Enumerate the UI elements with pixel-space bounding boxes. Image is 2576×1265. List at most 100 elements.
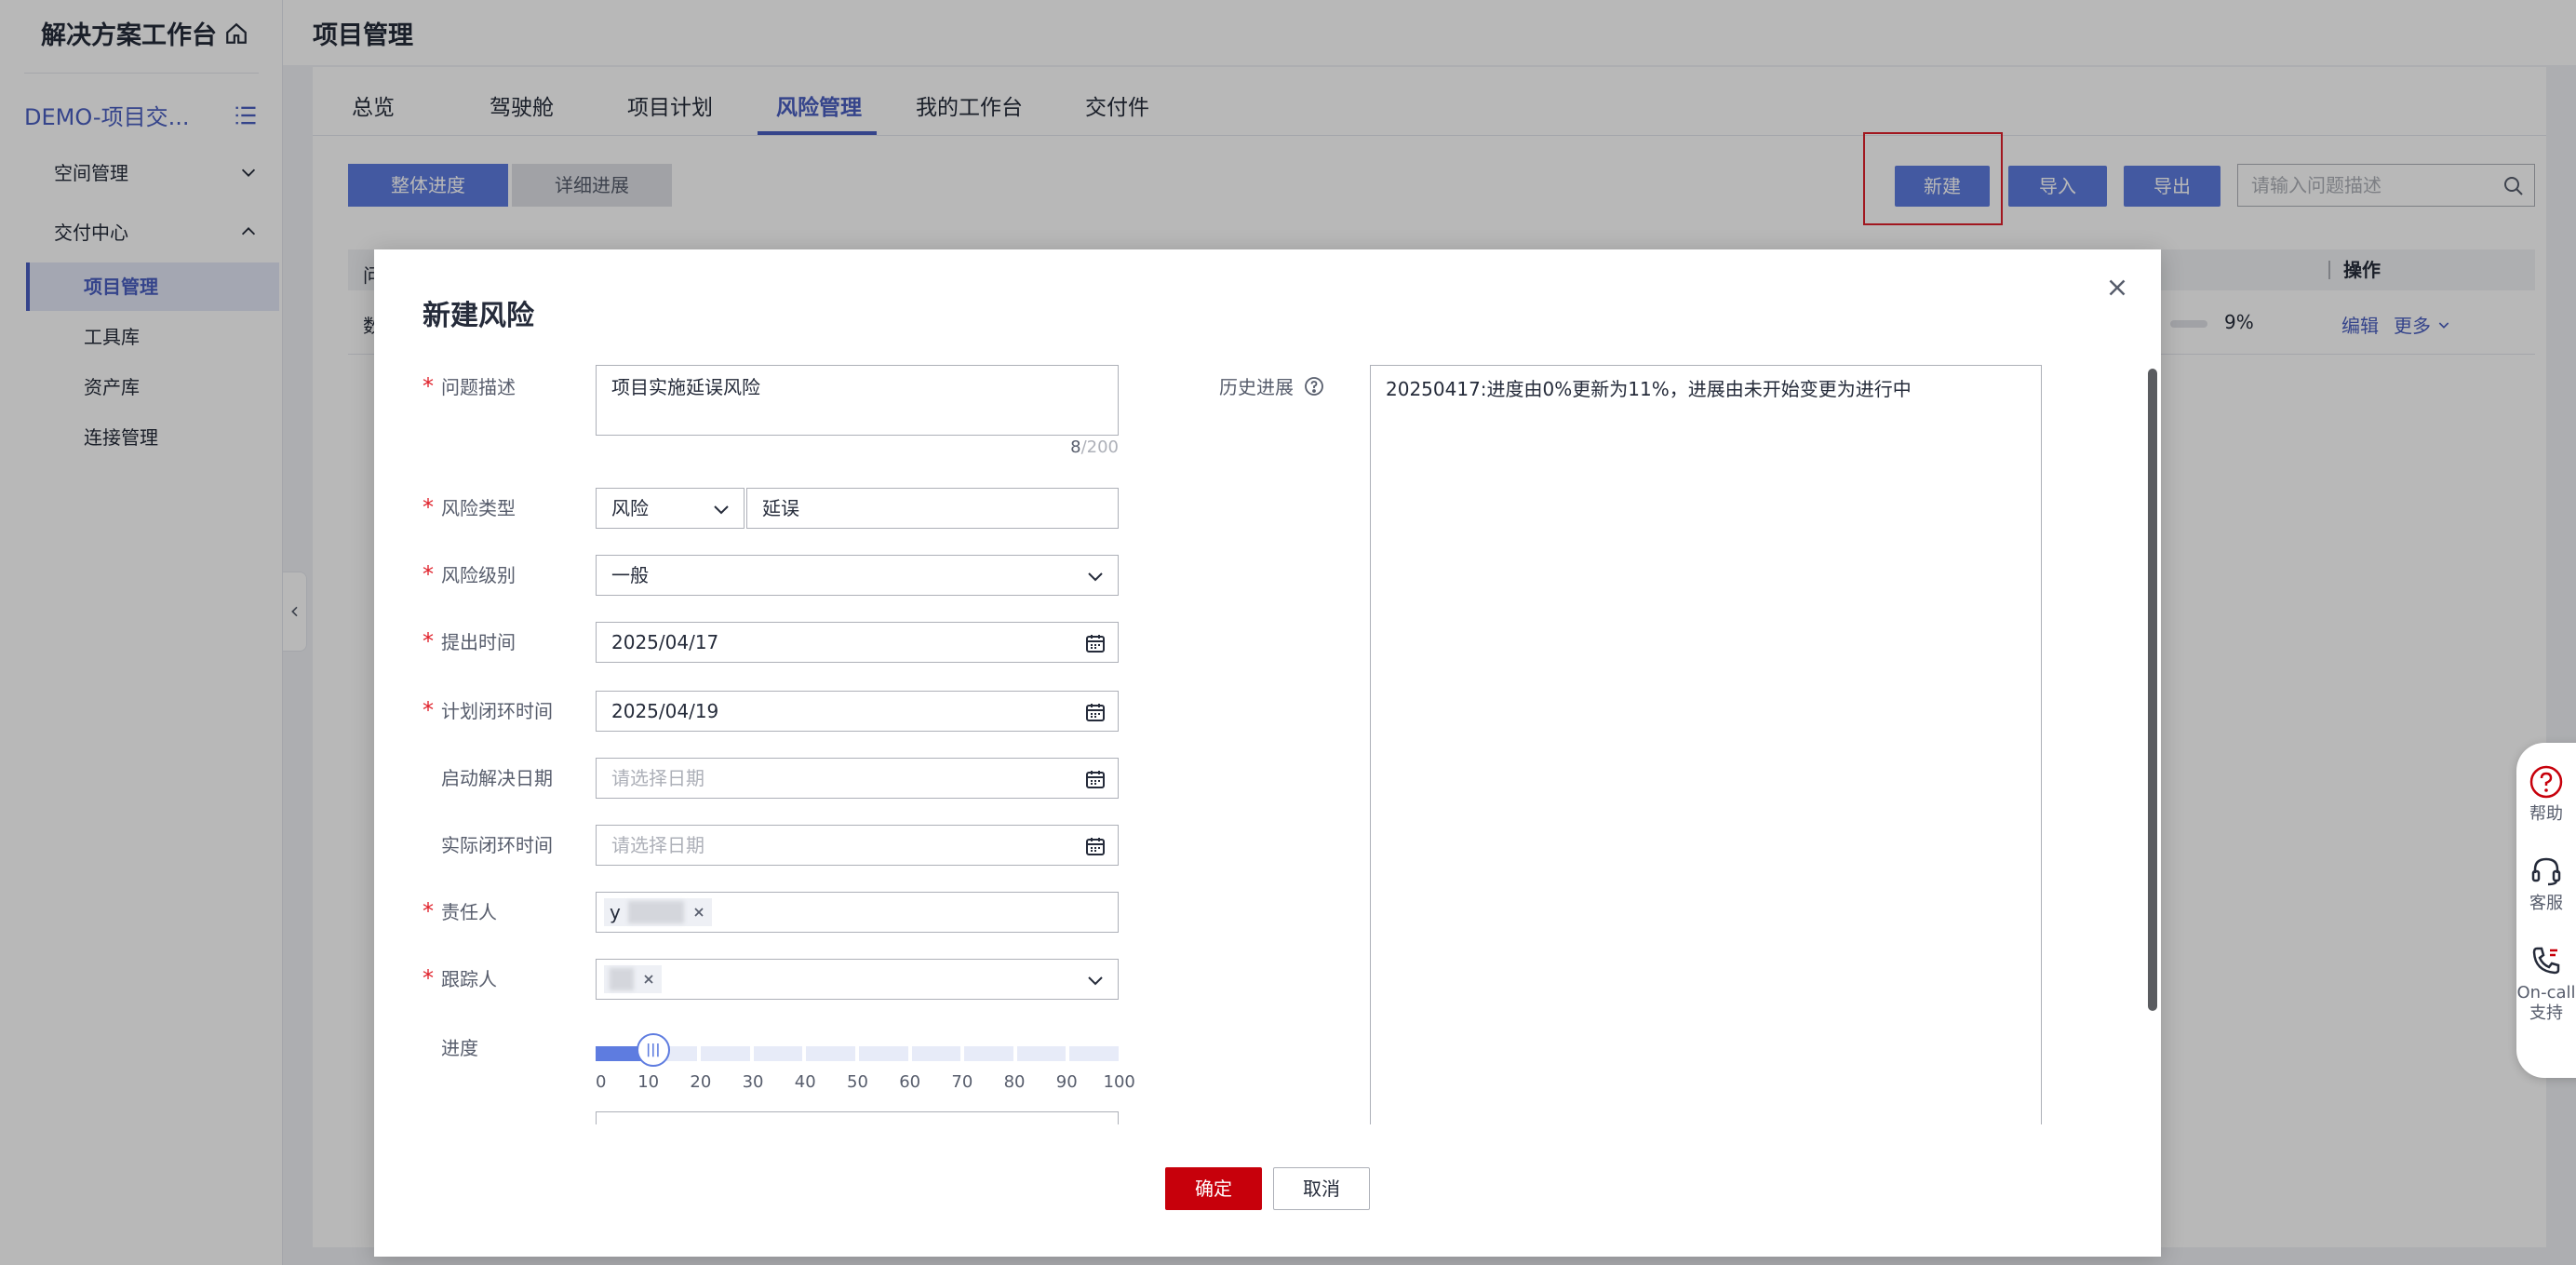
- progress-tick: 40: [794, 1072, 816, 1092]
- new-risk-dialog: 新建风险 * 问题描述 项目实施延误风险 8/200 * 风险类型 风险 延误 * 风…: [374, 249, 2161, 1257]
- plan-close-picker[interactable]: 2025/04/19: [596, 691, 1119, 732]
- required-mark: *: [423, 628, 434, 654]
- progress-segment: [964, 1046, 1013, 1061]
- calendar-icon[interactable]: [1084, 701, 1107, 723]
- owner-input[interactable]: y: [596, 892, 1119, 933]
- app-root: 解决方案工作台 DEMO-项目交... 空间管理 交付中心 项目管理 工具库 资…: [0, 0, 2576, 1265]
- dialog-footer: 确定 取消: [374, 1167, 2161, 1214]
- dialog-title: 新建风险: [423, 300, 534, 332]
- history-label-text: 历史进展: [1219, 376, 1294, 398]
- start-date-picker[interactable]: 请选择日期: [596, 758, 1119, 799]
- progress-label-text: 进度: [441, 1037, 478, 1059]
- progress-tick: 80: [1003, 1072, 1026, 1092]
- desc-count-current: 8: [1070, 437, 1081, 457]
- owner-initial: y: [610, 901, 621, 923]
- type-label-text: 风险类型: [441, 497, 516, 519]
- history-label: 历史进展: [1219, 372, 1325, 399]
- raise-time-label-text: 提出时间: [441, 631, 516, 653]
- floating-help-panel: 帮助 客服 On-call支持: [2516, 743, 2576, 1078]
- tracker-label-text: 跟踪人: [441, 968, 497, 990]
- desc-count-max: /200: [1080, 437, 1119, 457]
- plan-close-label-text: 计划闭环时间: [441, 700, 553, 722]
- close-icon[interactable]: [2103, 274, 2131, 302]
- raise-time-picker[interactable]: 2025/04/17: [596, 622, 1119, 663]
- actual-close-placeholder: 请选择日期: [611, 834, 704, 856]
- plan-close-label: * 计划闭环时间: [423, 696, 590, 723]
- tracker-select[interactable]: [596, 959, 1119, 1000]
- actual-close-picker[interactable]: 请选择日期: [596, 825, 1119, 866]
- progress-tick: 10: [637, 1072, 660, 1092]
- risk-type-select-value: 风险: [611, 497, 649, 519]
- actual-close-label-text: 实际闭环时间: [441, 834, 553, 856]
- desc-textarea[interactable]: 项目实施延误风险: [596, 365, 1119, 436]
- plan-close-value: 2025/04/19: [611, 700, 719, 722]
- oncall-label: On-call支持: [2516, 983, 2576, 1023]
- cancel-button[interactable]: 取消: [1273, 1167, 1370, 1210]
- progress-tick: 100: [1103, 1072, 1135, 1092]
- start-date-label: 启动解决日期: [423, 763, 590, 790]
- calendar-icon[interactable]: [1084, 835, 1107, 857]
- phone-icon: [2532, 947, 2560, 975]
- type-label: * 风险类型: [423, 493, 590, 520]
- progress-segment: [1016, 1046, 1067, 1061]
- progress-tick: 50: [847, 1072, 868, 1092]
- tracker-label: * 跟踪人: [423, 964, 590, 991]
- start-date-label-text: 启动解决日期: [441, 767, 553, 789]
- progress-tick: 0: [596, 1072, 607, 1092]
- required-mark: *: [423, 494, 434, 520]
- desc-label-text: 问题描述: [441, 376, 516, 398]
- progress-tick: 30: [742, 1072, 764, 1092]
- required-mark: *: [423, 965, 434, 991]
- start-date-placeholder: 请选择日期: [611, 767, 704, 789]
- question-circle-icon[interactable]: [1303, 375, 1325, 397]
- owner-label: * 责任人: [423, 897, 590, 924]
- owner-label-text: 责任人: [441, 901, 497, 923]
- progress-label: 进度: [423, 1033, 590, 1060]
- dialog-scrollbar[interactable]: [2148, 369, 2157, 1011]
- progress-slider-handle[interactable]: |||: [636, 1033, 670, 1067]
- progress-tick: 60: [899, 1072, 921, 1092]
- actual-close-label: 实际闭环时间: [423, 830, 590, 857]
- chevron-down-icon: [714, 505, 729, 515]
- progress-segment: [806, 1046, 855, 1061]
- help-icon: [2529, 765, 2563, 799]
- desc-char-count: 8/200: [1026, 437, 1119, 457]
- help-button[interactable]: 帮助: [2516, 763, 2576, 825]
- service-label: 客服: [2529, 894, 2563, 913]
- redacted-name: [627, 901, 684, 923]
- progress-segment: [1069, 1046, 1119, 1061]
- risk-type-input[interactable]: 延误: [746, 488, 1119, 529]
- help-label: 帮助: [2529, 804, 2563, 824]
- desc-label: * 问题描述: [423, 372, 590, 399]
- redacted-name: [610, 968, 634, 990]
- raise-time-label: * 提出时间: [423, 627, 590, 654]
- level-label-text: 风险级别: [441, 564, 516, 586]
- risk-level-select[interactable]: 一般: [596, 555, 1119, 596]
- close-icon[interactable]: [691, 905, 706, 920]
- owner-tag: y: [604, 898, 712, 926]
- chevron-down-icon: [1088, 976, 1103, 986]
- required-mark: *: [423, 898, 434, 924]
- raise-time-value: 2025/04/17: [611, 631, 719, 653]
- progress-slider-track[interactable]: [596, 1044, 1119, 1063]
- oncall-support-button[interactable]: On-call支持: [2516, 942, 2576, 1024]
- history-textarea[interactable]: 20250417:进度由0%更新为11%，进展由未开始变更为进行中: [1370, 365, 2042, 1124]
- risk-type-select[interactable]: 风险: [596, 488, 745, 529]
- progress-segment: [911, 1046, 961, 1061]
- required-mark: *: [423, 373, 434, 399]
- risk-level-value: 一般: [611, 564, 649, 586]
- level-label: * 风险级别: [423, 560, 590, 587]
- calendar-icon[interactable]: [1084, 632, 1107, 654]
- calendar-icon[interactable]: [1084, 768, 1107, 790]
- progress-segment: [701, 1046, 750, 1061]
- close-icon[interactable]: [641, 972, 656, 987]
- progress-tick: 90: [1055, 1072, 1078, 1092]
- headset-icon: [2531, 857, 2561, 886]
- tracker-tag: [604, 965, 662, 993]
- required-mark: *: [423, 561, 434, 587]
- chevron-down-icon: [1088, 572, 1103, 582]
- progress-tick-labels: 0 10 20 30 40 50 60 70 80 90 100: [592, 1072, 1135, 1095]
- progress-segment: [753, 1046, 803, 1061]
- customer-service-button[interactable]: 客服: [2516, 853, 2576, 914]
- confirm-button[interactable]: 确定: [1165, 1167, 1262, 1210]
